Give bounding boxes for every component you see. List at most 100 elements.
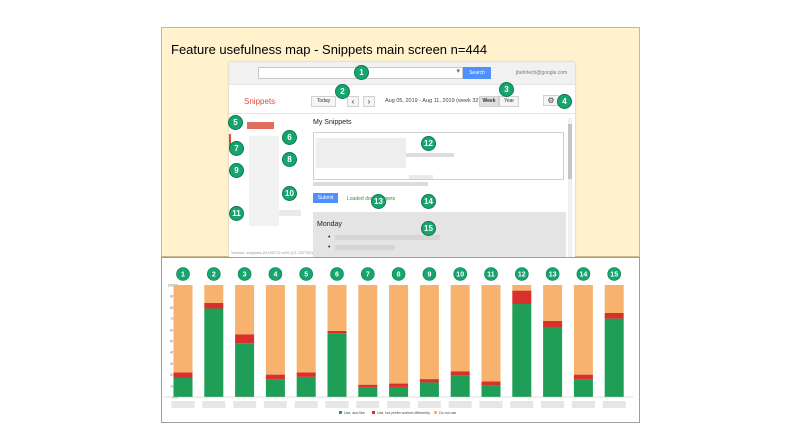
marker-4: 4	[557, 94, 572, 109]
category-caption-blurred	[417, 401, 441, 408]
category-label: 7	[366, 272, 370, 279]
bar-segment	[481, 381, 501, 386]
bar-segment	[358, 386, 378, 397]
legend-swatch	[434, 411, 437, 414]
bar-segment	[604, 313, 624, 319]
bar-segment	[573, 379, 593, 397]
bar-segment	[235, 334, 255, 344]
sidebar-selected-item[interactable]	[247, 122, 274, 129]
category-caption-blurred	[263, 401, 287, 408]
snippets-screenshot: ▾ Search jbehrlech@google.com Snippets T…	[229, 62, 575, 258]
category-label: 15	[610, 272, 618, 279]
bar-segment	[450, 375, 470, 397]
marker-15: 15	[421, 221, 436, 236]
category-caption-blurred	[202, 401, 226, 408]
category-label: 2	[212, 272, 216, 279]
bar-segment	[327, 333, 347, 397]
bar-segment	[604, 285, 624, 313]
bar-segment	[512, 290, 532, 305]
snippet-editor[interactable]	[313, 132, 564, 180]
submit-button[interactable]: Submit	[313, 193, 338, 203]
bar-segment	[173, 372, 193, 378]
legend-swatch	[339, 411, 342, 414]
category-caption-blurred	[510, 401, 534, 408]
bar-segment	[543, 285, 563, 321]
bar-segment	[512, 285, 532, 291]
bar-segment	[543, 327, 563, 397]
marker-10: 10	[282, 186, 297, 201]
category-label: 5	[304, 272, 308, 279]
category-label: 9	[427, 272, 431, 279]
bar-segment	[173, 377, 193, 397]
category-label: 4	[273, 272, 277, 279]
marker-6: 6	[282, 130, 297, 145]
bar-segment	[358, 384, 378, 387]
today-button[interactable]: Today	[311, 96, 336, 107]
marker-2: 2	[335, 84, 350, 99]
bar-segment	[450, 285, 470, 372]
account-email[interactable]: jbehrlech@google.com	[516, 70, 567, 76]
bar-segment	[235, 343, 255, 397]
next-week-button[interactable]: ›	[363, 96, 375, 107]
category-label: 14	[580, 272, 588, 279]
marker-1: 1	[354, 65, 369, 80]
prev-week-button[interactable]: ‹	[347, 96, 359, 107]
bar-segment	[543, 320, 563, 328]
editor-counter-blurred	[409, 175, 433, 179]
stacked-bar-chart: 0%10%20%30%40%50%60%70%80%90%100%1234567…	[164, 267, 634, 415]
category-caption-blurred	[541, 401, 565, 408]
sidebar-list-blurred[interactable]	[249, 136, 279, 226]
editor-content-blurred	[316, 138, 406, 168]
bar-segment	[173, 285, 193, 373]
bar-segment	[389, 285, 409, 384]
legend-label: Use, and like	[344, 411, 365, 415]
snippet-line-blurred	[335, 245, 395, 250]
category-label: 12	[518, 272, 526, 279]
category-caption-blurred	[294, 401, 318, 408]
bar-segment	[419, 379, 439, 383]
marker-3: 3	[499, 82, 514, 97]
my-snippets-title: My Snippets	[313, 119, 352, 126]
category-label: 10	[456, 272, 464, 279]
category-caption-blurred	[479, 401, 503, 408]
category-caption-blurred	[448, 401, 472, 408]
bar-segment	[604, 318, 624, 397]
category-caption-blurred	[387, 401, 411, 408]
category-caption-blurred	[325, 401, 349, 408]
chart-panel: 0%10%20%30%40%50%60%70%80%90%100%1234567…	[161, 257, 640, 423]
list-bullet: •	[328, 244, 331, 251]
snippet-line-blurred	[335, 235, 440, 240]
date-range: Aug 05, 2019 - Aug 11, 2019 (week 32)	[385, 98, 481, 104]
category-label: 11	[487, 272, 495, 279]
week-toggle[interactable]: Week	[479, 96, 499, 107]
sidebar-item-blurred[interactable]	[279, 210, 301, 216]
header-divider	[229, 113, 575, 114]
day-label: Monday	[317, 221, 342, 228]
scrollbar-thumb[interactable]	[568, 124, 572, 179]
app-logo[interactable]: Snippets	[244, 97, 275, 106]
bar-segment	[296, 372, 316, 377]
bar-segment	[358, 285, 378, 385]
marker-5: 5	[228, 115, 243, 130]
category-caption-blurred	[602, 401, 626, 408]
category-label: 3	[243, 272, 247, 279]
editor-line-blurred	[406, 153, 454, 157]
legend-label: Do not use	[439, 411, 456, 415]
legend-swatch	[372, 411, 375, 414]
bar-segment	[327, 330, 347, 334]
bar-segment	[389, 383, 409, 387]
search-button[interactable]: Search	[463, 67, 491, 79]
slide-title: Feature usefulness map - Snippets main s…	[171, 42, 488, 57]
year-toggle[interactable]: Year	[499, 96, 519, 107]
scrollbar[interactable]	[568, 118, 572, 258]
marker-8: 8	[282, 152, 297, 167]
category-label: 8	[397, 272, 401, 279]
dropdown-arrow-icon: ▾	[456, 68, 460, 75]
category-label: 6	[335, 272, 339, 279]
marker-9: 9	[229, 163, 244, 178]
legend-label: Use, but prefer worked differently	[377, 411, 430, 415]
bar-segment	[296, 285, 316, 373]
category-caption-blurred	[171, 401, 195, 408]
bar-segment	[419, 285, 439, 380]
category-caption-blurred	[356, 401, 380, 408]
